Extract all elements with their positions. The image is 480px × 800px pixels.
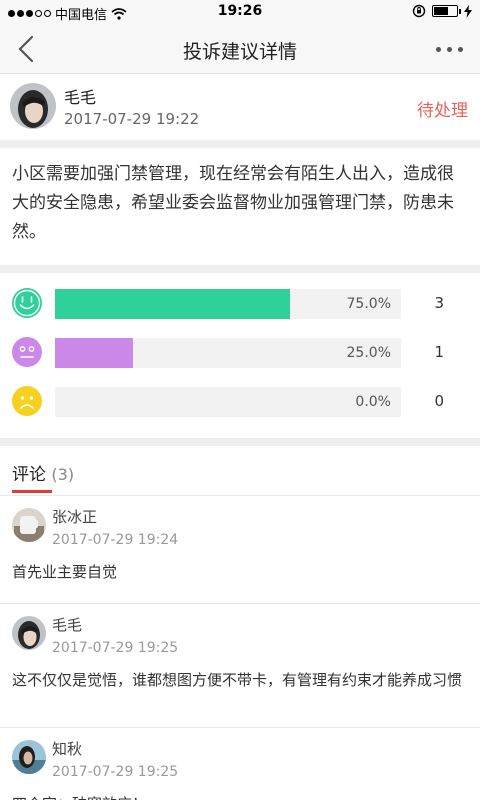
sad-face-icon[interactable] [11, 385, 43, 417]
vote-bar-fill [55, 289, 290, 319]
status-right [412, 4, 472, 18]
commenter-name: 张冰正 [52, 508, 98, 526]
vote-row-happy[interactable]: 75.0% 3 [0, 285, 480, 334]
comment-time: 2017-07-29 19:25 [52, 640, 179, 656]
happy-face-icon[interactable] [11, 287, 43, 319]
comment-text: 四个字：破窗效应！ [12, 792, 468, 800]
post-time: 2017-07-29 19:22 [64, 110, 200, 128]
comment-time: 2017-07-29 19:25 [52, 764, 179, 780]
commenter-avatar[interactable] [12, 508, 46, 542]
comment-item: 知秋 2017-07-29 19:25 四个字：破窗效应！ [0, 728, 480, 800]
post-content: 小区需要加强门禁管理，现在经常会有陌生人出入，造成很大的安全隐患，希望业委会监督… [0, 148, 480, 273]
status-badge: 待处理 [417, 101, 468, 121]
vote-bar-track: 0.0% [55, 387, 401, 417]
vote-count: 0 [434, 392, 444, 410]
vote-count: 3 [434, 294, 444, 312]
author-name: 毛毛 [64, 88, 97, 107]
vote-summary: 75.0% 3 25.0% 1 0.0% 0 [0, 273, 480, 446]
rotation-lock-icon [412, 4, 426, 18]
commenter-name: 毛毛 [52, 616, 83, 634]
vote-count: 1 [434, 343, 444, 361]
nav-bar: 投诉建议详情 [0, 24, 480, 74]
vote-row-neutral[interactable]: 25.0% 1 [0, 334, 480, 383]
commenter-avatar[interactable] [12, 616, 46, 650]
comments-title: 评论 [12, 465, 46, 485]
vote-bar-track: 75.0% [55, 289, 401, 319]
tab-comments[interactable]: 评论 (3) [12, 460, 74, 485]
tab-indicator [12, 490, 52, 493]
vote-percent: 0.0% [355, 394, 391, 410]
more-options-icon[interactable] [432, 36, 466, 62]
commenter-avatar[interactable] [12, 740, 46, 774]
comment-item: 毛毛 2017-07-29 19:25 这不仅仅是觉悟，谁都想图方便不带卡，有管… [0, 604, 480, 728]
post-header: 毛毛 2017-07-29 19:22 待处理 [0, 74, 480, 148]
vote-percent: 75.0% [346, 296, 391, 312]
comment-text: 首先业主要自觉 [12, 563, 118, 581]
status-bar: 中国电信 19:26 [0, 0, 480, 24]
neutral-face-icon[interactable] [11, 336, 43, 368]
comments-count: (3) [51, 465, 75, 484]
vote-percent: 25.0% [346, 345, 391, 361]
battery-icon [432, 5, 461, 17]
page-title: 投诉建议详情 [182, 41, 297, 63]
comments-header: 评论 (3) [0, 446, 480, 496]
author-avatar[interactable] [10, 83, 56, 129]
vote-bar-fill [55, 338, 133, 368]
vote-row-sad[interactable]: 0.0% 0 [0, 383, 480, 432]
comment-time: 2017-07-29 19:24 [52, 532, 179, 548]
vote-bar-track: 25.0% [55, 338, 401, 368]
comment-text: 这不仅仅是觉悟，谁都想图方便不带卡，有管理有约束才能养成习惯 [12, 671, 463, 689]
commenter-name: 知秋 [52, 740, 83, 758]
status-time: 19:26 [217, 3, 263, 19]
comment-item: 张冰正 2017-07-29 19:24 首先业主要自觉 [0, 496, 480, 604]
charging-bolt-icon [464, 4, 472, 18]
